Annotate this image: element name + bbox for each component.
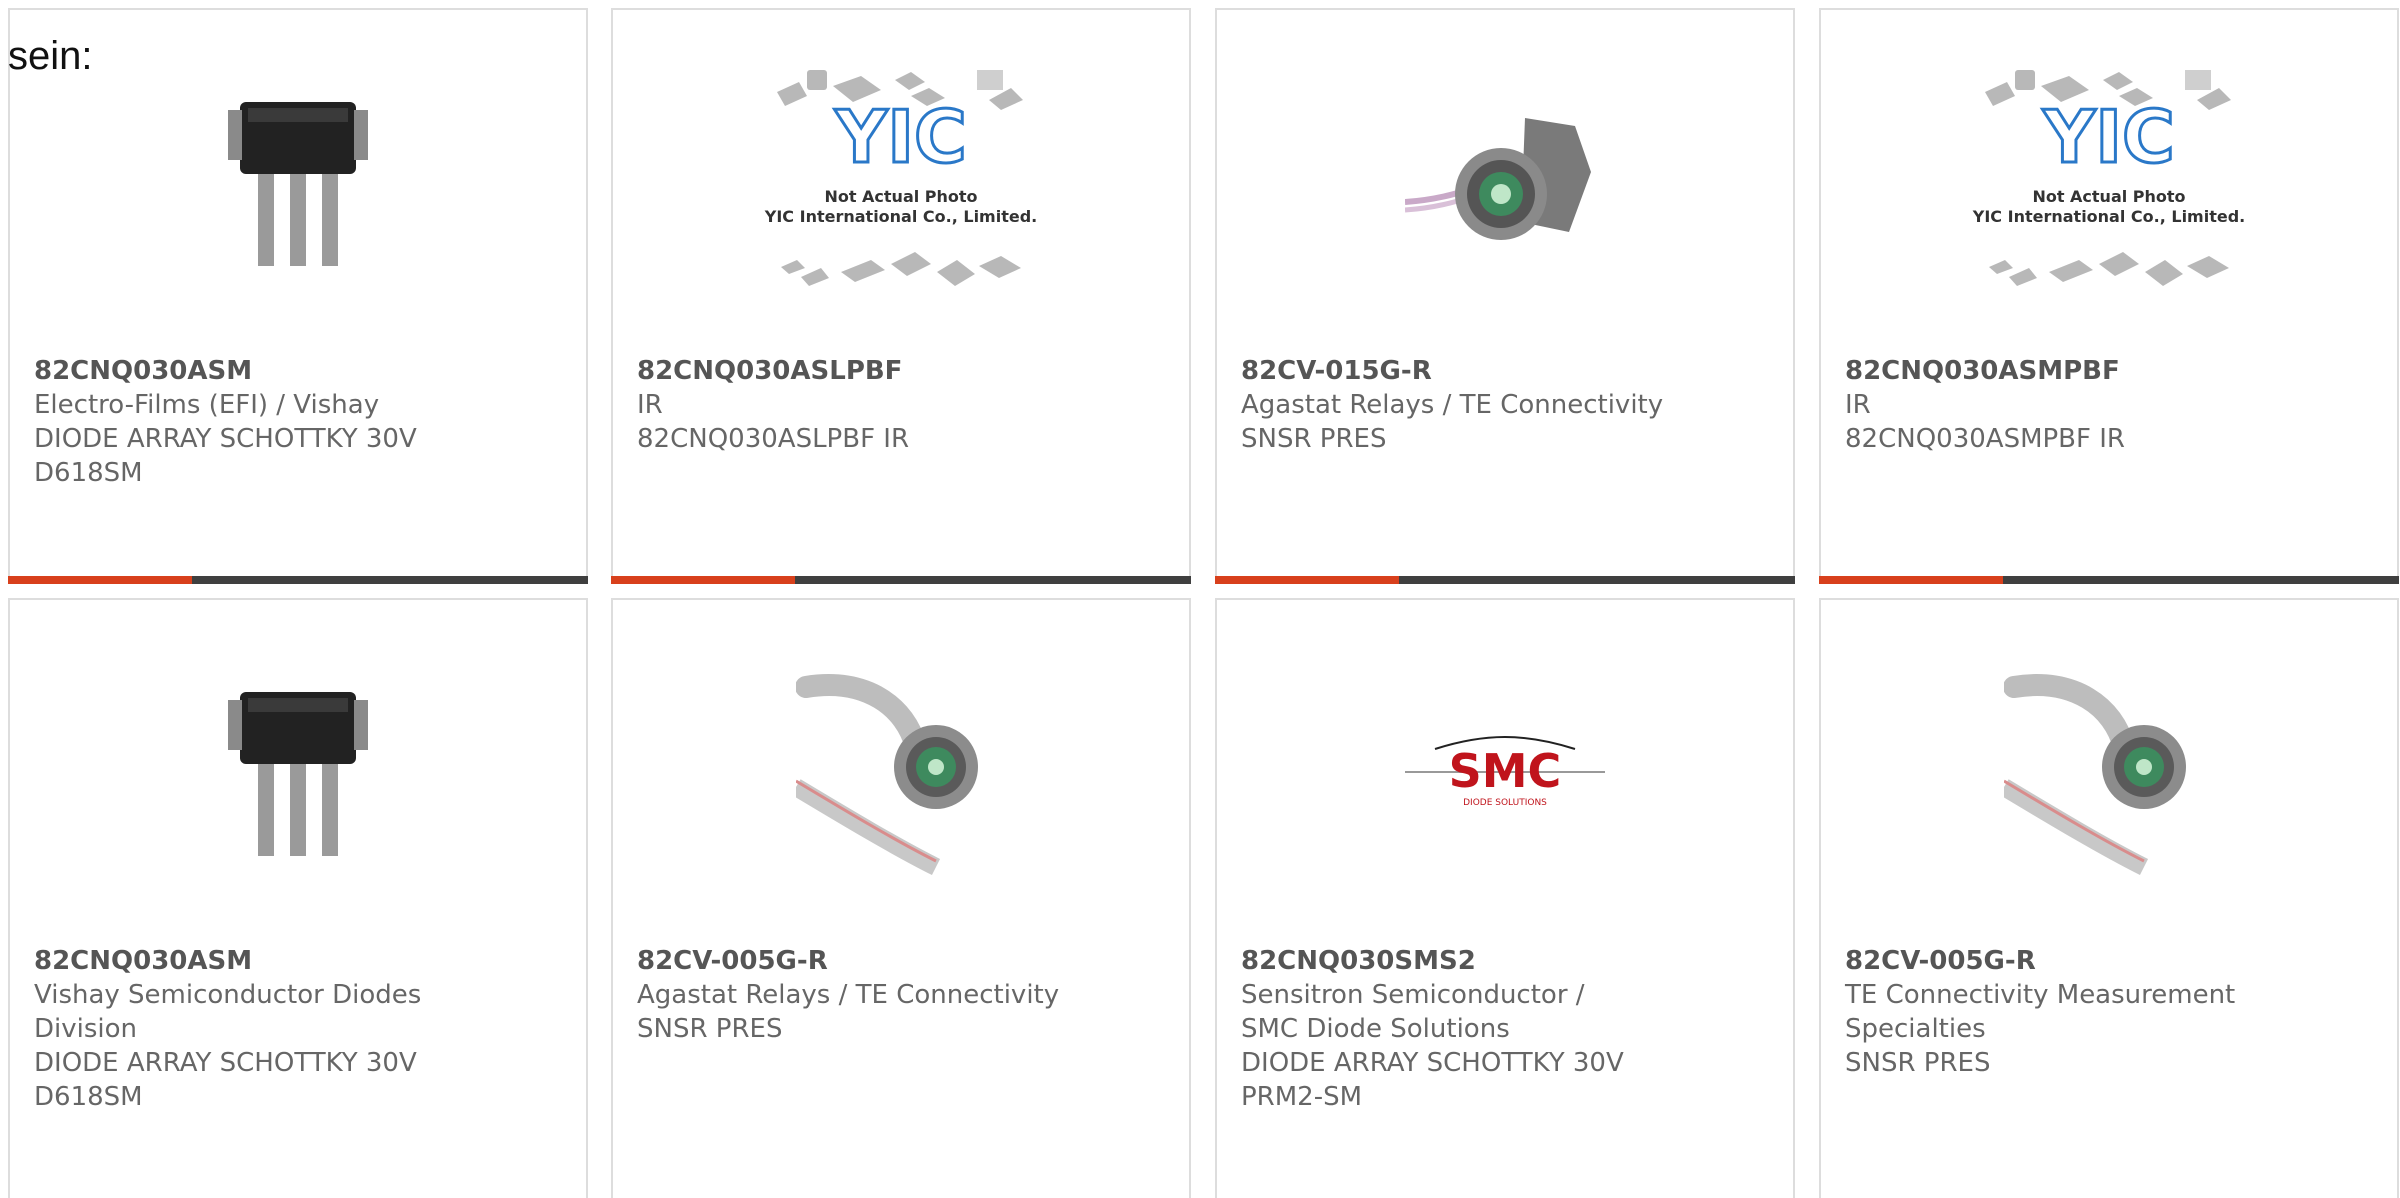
manufacturer: Agastat Relays / TE Connectivity	[637, 980, 1060, 1010]
manufacturer: Vishay Semiconductor Diodes Division	[34, 980, 422, 1044]
product-image[interactable]	[613, 662, 1189, 882]
product-image[interactable]: SMC DIODE SOLUTIONS	[1217, 662, 1793, 882]
lead-text: sein:	[8, 34, 93, 78]
part-number[interactable]: 82CV-005G-R	[637, 944, 1173, 978]
product-image[interactable]	[1821, 662, 2397, 882]
description: SNSR PRES	[1241, 424, 1387, 454]
smc-logo-image: SMC DIODE SOLUTIONS	[1405, 736, 1605, 808]
description: DIODE ARRAY SCHOTTKY 30V	[34, 1048, 417, 1078]
yic-logo: YIC	[2042, 95, 2175, 179]
part-number[interactable]: 82CNQ030ASLPBF	[637, 354, 1173, 388]
placeholder-line2: YIC International Co., Limited.	[1972, 207, 2245, 226]
package: D618SM	[34, 1082, 143, 1112]
package: D618SM	[34, 458, 143, 488]
product-image[interactable]	[10, 72, 586, 292]
part-number[interactable]: 82CV-005G-R	[1845, 944, 2257, 978]
description: SNSR PRES	[637, 1014, 783, 1044]
description: 82CNQ030ASLPBF IR	[637, 424, 910, 454]
product-grid: 82CNQ030ASM Electro-Films (EFI) / Vishay…	[0, 0, 2400, 1198]
description: 82CNQ030ASMPBF IR	[1845, 424, 2125, 454]
product-image[interactable]: YIC Not Actual Photo YIC International C…	[613, 70, 1189, 292]
package: PRM2-SM	[1241, 1082, 1363, 1112]
product-card[interactable]: 82CV-015G-R Agastat Relays / TE Connecti…	[1215, 8, 1795, 584]
manufacturer: Agastat Relays / TE Connectivity	[1241, 390, 1664, 420]
product-card[interactable]: SMC DIODE SOLUTIONS 82CNQ030SMS2 Sensitr…	[1215, 598, 1795, 1198]
yic-placeholder-image: YIC Not Actual Photo YIC International C…	[1972, 70, 2245, 286]
smc-logo-text: SMC	[1449, 744, 1562, 798]
sot-package-photo	[228, 692, 368, 856]
part-number[interactable]: 82CV-015G-R	[1241, 354, 1777, 388]
manufacturer: IR	[637, 390, 663, 420]
product-card[interactable]: YIC Not Actual Photo YIC International C…	[611, 8, 1191, 584]
card-bar-accent	[1215, 576, 1399, 584]
manufacturer: Electro-Films (EFI) / Vishay	[34, 390, 380, 420]
description: DIODE ARRAY SCHOTTKY 30V	[34, 424, 417, 454]
card-bar	[1819, 576, 2399, 584]
part-number[interactable]: 82CNQ030ASM	[34, 944, 466, 978]
yic-logo: YIC	[834, 95, 967, 179]
card-bar-accent	[1819, 576, 2003, 584]
card-bar-accent	[611, 576, 795, 584]
smc-logo-subtext: DIODE SOLUTIONS	[1463, 798, 1547, 808]
manufacturer: TE Connectivity Measurement Specialties	[1845, 980, 2236, 1044]
pressure-sensor-fitting-photo	[1405, 118, 1591, 240]
part-number[interactable]: 82CNQ030ASM	[34, 354, 570, 388]
placeholder-line1: Not Actual Photo	[2032, 187, 2185, 206]
description: SNSR PRES	[1845, 1048, 1991, 1078]
yic-placeholder-image: YIC Not Actual Photo YIC International C…	[764, 70, 1037, 286]
product-card[interactable]: YIC Not Actual Photo YIC International C…	[1819, 8, 2399, 584]
sot-package-photo	[228, 102, 368, 266]
card-bar	[611, 576, 1191, 584]
part-number[interactable]: 82CNQ030SMS2	[1241, 944, 1643, 978]
product-image[interactable]	[1217, 72, 1793, 292]
description: DIODE ARRAY SCHOTTKY 30V	[1241, 1048, 1624, 1078]
product-card[interactable]: 82CNQ030ASM Vishay Semiconductor Diodes …	[8, 598, 588, 1198]
part-number[interactable]: 82CNQ030ASMPBF	[1845, 354, 2381, 388]
card-bar	[8, 576, 588, 584]
product-card[interactable]: 82CV-005G-R Agastat Relays / TE Connecti…	[611, 598, 1191, 1198]
pressure-sensor-cable-photo	[796, 674, 978, 876]
placeholder-line1: Not Actual Photo	[824, 187, 977, 206]
product-image[interactable]	[10, 662, 586, 882]
placeholder-line2: YIC International Co., Limited.	[764, 207, 1037, 226]
product-card[interactable]: 82CNQ030ASM Electro-Films (EFI) / Vishay…	[8, 8, 588, 584]
manufacturer: Sensitron Semiconductor / SMC Diode Solu…	[1241, 980, 1585, 1044]
card-bar	[1215, 576, 1795, 584]
card-bar-accent	[8, 576, 192, 584]
product-card[interactable]: 82CV-005G-R TE Connectivity Measurement …	[1819, 598, 2399, 1198]
manufacturer: IR	[1845, 390, 1871, 420]
product-image[interactable]: YIC Not Actual Photo YIC International C…	[1821, 70, 2397, 292]
pressure-sensor-cable-photo	[2004, 674, 2186, 876]
